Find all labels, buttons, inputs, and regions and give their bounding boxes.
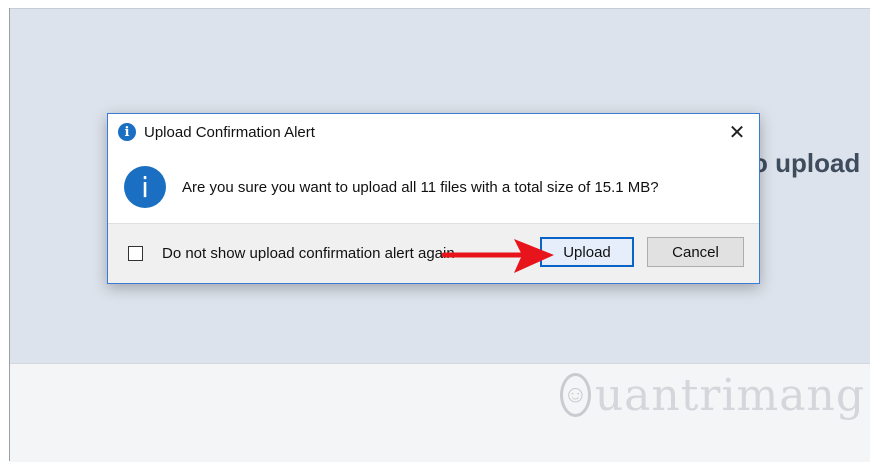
upload-confirmation-dialog: i Upload Confirmation Alert ✕ i Are you …	[107, 113, 760, 284]
close-button[interactable]: ✕	[725, 120, 749, 144]
dont-show-again-label[interactable]: Do not show upload confirmation alert ag…	[162, 245, 455, 262]
red-arrow-annotation	[441, 239, 554, 273]
watermark: ☺ uantrimang	[560, 365, 865, 425]
dialog-title: Upload Confirmation Alert	[144, 123, 315, 141]
dont-show-again-checkbox[interactable]	[128, 246, 143, 261]
cancel-button[interactable]: Cancel	[647, 237, 744, 267]
close-icon: ✕	[728, 121, 746, 144]
info-icon: i	[118, 123, 136, 141]
dialog-message: Are you sure you want to upload all 11 f…	[182, 178, 659, 196]
info-icon: i	[124, 166, 166, 208]
watermark-text: uantrimang	[594, 369, 865, 421]
dialog-footer: Do not show upload confirmation alert ag…	[108, 223, 759, 283]
dialog-content: i Are you sure you want to upload all 11…	[108, 150, 759, 224]
watermark-logo: ☺	[560, 373, 591, 417]
background-heading: o upload	[752, 148, 861, 178]
dialog-titlebar: i Upload Confirmation Alert ✕	[108, 114, 759, 150]
